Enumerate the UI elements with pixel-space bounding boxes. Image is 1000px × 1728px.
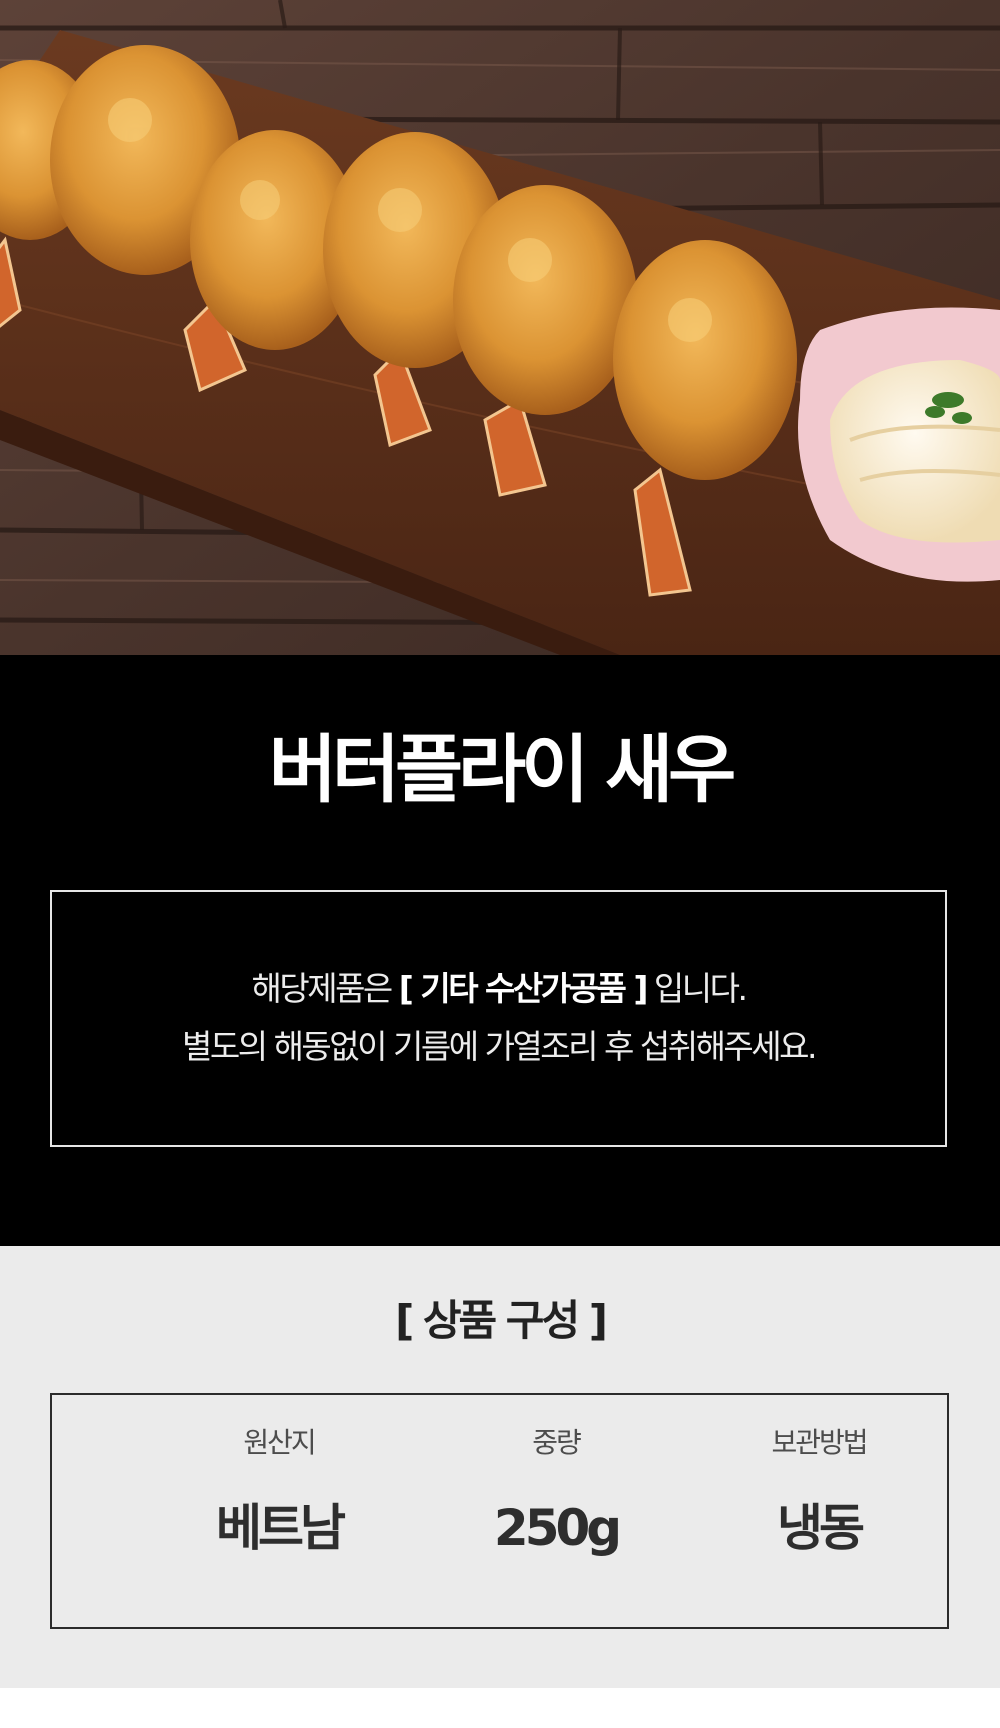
notice-line-1-suffix: 입니다. [645, 969, 748, 1008]
spec-weight: 중량 250g [426, 1395, 686, 1627]
composition-title: [ 상품 구성 ] [395, 1296, 608, 1345]
spec-origin-label: 원산지 [243, 1426, 316, 1459]
spec-storage: 보관방법 냉동 [689, 1395, 949, 1627]
notice-category: [ 기타 수산가공품 ] [398, 969, 649, 1008]
spec-storage-label: 보관방법 [771, 1426, 868, 1459]
page-bottom-margin [0, 1688, 1000, 1728]
spec-origin: 원산지 베트남 [149, 1395, 409, 1627]
product-notice-box: 해당제품은 [ 기타 수산가공품 ] 입니다. 별도의 해동없이 기름에 가열조… [50, 890, 947, 1147]
butterfly-shrimp-photo [0, 0, 1000, 655]
composition-table: 원산지 베트남 중량 250g 보관방법 냉동 [50, 1393, 949, 1629]
product-title: 버터플라이 새우 [268, 727, 736, 813]
product-intro-section: 버터플라이 새우 해당제품은 [ 기타 수산가공품 ] 입니다. 별도의 해동없… [0, 655, 1000, 1246]
notice-line-2: 별도의 해동없이 기름에 가열조리 후 섭취해주세요. [182, 1027, 818, 1066]
spec-weight-value: 250g [493, 1499, 622, 1557]
spec-weight-label: 중량 [532, 1426, 582, 1459]
notice-line-1-prefix: 해당제품은 [251, 969, 399, 1008]
spec-storage-value: 냉동 [777, 1499, 865, 1557]
spec-origin-value: 베트남 [216, 1499, 346, 1557]
product-composition-section: [ 상품 구성 ] 원산지 베트남 중량 250g 보관방법 냉동 [0, 1246, 1000, 1688]
notice-line-1: 해당제품은 [ 기타 수산가공품 ] 입니다. [52, 972, 945, 1005]
product-detail-page: 버터플라이 새우 해당제품은 [ 기타 수산가공품 ] 입니다. 별도의 해동없… [0, 0, 1000, 1728]
